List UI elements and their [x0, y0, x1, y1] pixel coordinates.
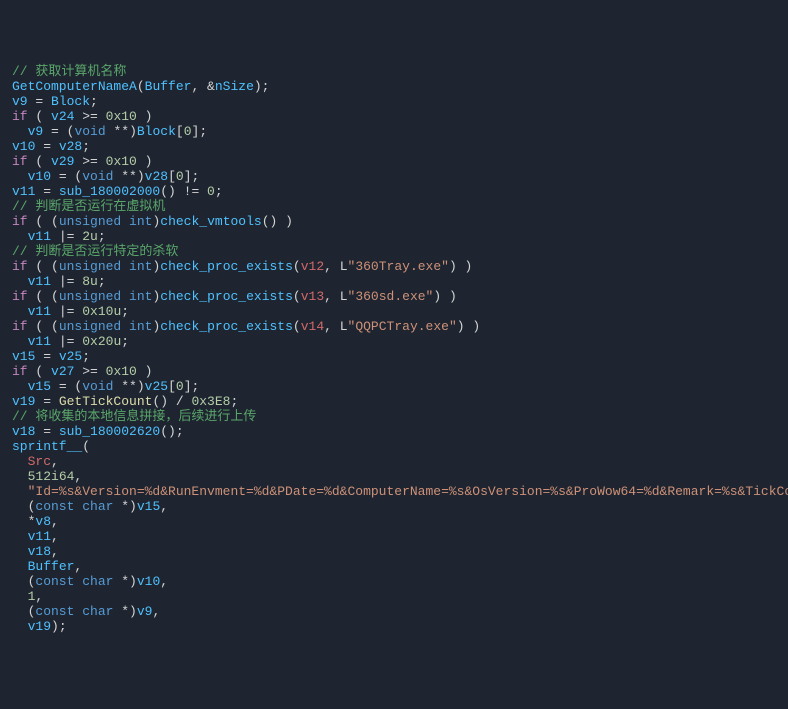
code-line: (const char *)v15, [12, 499, 776, 514]
code-line: *v8, [12, 514, 776, 529]
code-line: // 判断是否运行特定的杀软 [12, 244, 776, 259]
code-line: if ( v24 >= 0x10 ) [12, 109, 776, 124]
code-line: v18, [12, 544, 776, 559]
code-line: v15 = (void **)v25[0]; [12, 379, 776, 394]
code-line: 1, [12, 589, 776, 604]
code-line: if ( v29 >= 0x10 ) [12, 154, 776, 169]
code-line: v11 |= 8u; [12, 274, 776, 289]
code-line: v10 = (void **)v28[0]; [12, 169, 776, 184]
code-line: v19); [12, 619, 776, 634]
code-line: if ( (unsigned int)check_proc_exists(v14… [12, 319, 776, 334]
code-line: "Id=%s&Version=%d&RunEnvment=%d&PDate=%d… [12, 484, 776, 499]
code-line: v19 = GetTickCount() / 0x3E8; [12, 394, 776, 409]
code-line: v9 = Block; [12, 94, 776, 109]
code-line: (const char *)v10, [12, 574, 776, 589]
code-line: if ( (unsigned int)check_proc_exists(v12… [12, 259, 776, 274]
code-line: v18 = sub_180002620(); [12, 424, 776, 439]
code-line: 512i64, [12, 469, 776, 484]
code-line: if ( v27 >= 0x10 ) [12, 364, 776, 379]
code-line: sprintf__( [12, 439, 776, 454]
code-line: v9 = (void **)Block[0]; [12, 124, 776, 139]
code-line: GetComputerNameA(Buffer, &nSize); [12, 79, 776, 94]
code-line: if ( (unsigned int)check_proc_exists(v13… [12, 289, 776, 304]
code-line: (const char *)v9, [12, 604, 776, 619]
code-line: v11 = sub_180002000() != 0; [12, 184, 776, 199]
code-line: if ( (unsigned int)check_vmtools() ) [12, 214, 776, 229]
code-line: // 获取计算机名称 [12, 64, 776, 79]
code-line: Src, [12, 454, 776, 469]
code-line: Buffer, [12, 559, 776, 574]
code-line: // 判断是否运行在虚拟机 [12, 199, 776, 214]
code-line: v11 |= 2u; [12, 229, 776, 244]
code-line: v11, [12, 529, 776, 544]
code-line: // 将收集的本地信息拼接，后续进行上传 [12, 409, 776, 424]
code-editor[interactable]: // 获取计算机名称GetComputerNameA(Buffer, &nSiz… [12, 64, 776, 634]
code-line: v11 |= 0x20u; [12, 334, 776, 349]
code-line: v11 |= 0x10u; [12, 304, 776, 319]
comment-text: // 获取计算机名称 [12, 64, 126, 79]
code-line: v15 = v25; [12, 349, 776, 364]
code-line: v10 = v28; [12, 139, 776, 154]
